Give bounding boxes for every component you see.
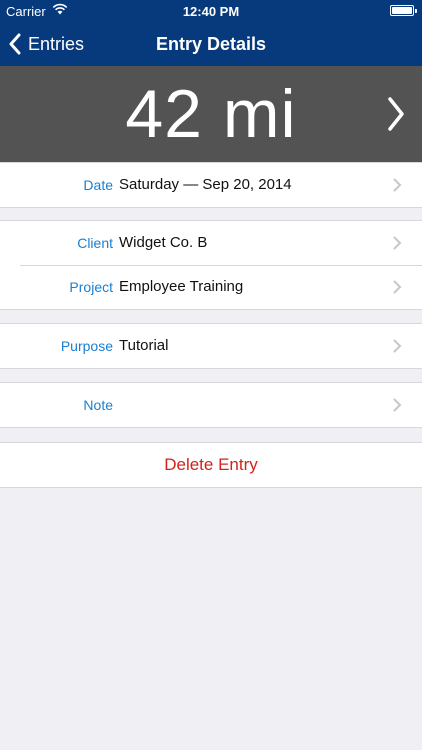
status-time: 12:40 PM — [182, 4, 240, 19]
client-label: Client — [77, 235, 113, 251]
navigation-bar: Entries Entry Details — [0, 22, 422, 66]
date-value: Saturday — Sep 20, 2014 — [119, 176, 292, 193]
distance-value: 42 mi — [125, 76, 297, 152]
chevron-right-icon — [393, 178, 402, 192]
note-label: Note — [83, 397, 113, 413]
client-project-group: Client Widget Co. B Project Employee Tra… — [0, 220, 422, 310]
distance-banner: 42 mi — [0, 66, 422, 162]
battery-icon — [390, 5, 417, 16]
delete-entry-label: Delete Entry — [164, 455, 258, 474]
purpose-row[interactable]: Purpose Tutorial — [0, 324, 422, 368]
date-label: Date — [83, 177, 113, 193]
status-bar: Carrier 12:40 PM — [0, 0, 422, 22]
project-label: Project — [69, 279, 113, 295]
delete-group: Delete Entry — [0, 442, 422, 488]
purpose-value: Tutorial — [119, 337, 169, 354]
chevron-right-icon — [393, 339, 402, 353]
client-row[interactable]: Client Widget Co. B — [0, 221, 422, 265]
note-group: Note — [0, 382, 422, 428]
top-bar: Carrier 12:40 PM Entries Entry Details — [0, 0, 422, 66]
chevron-right-icon — [393, 280, 402, 294]
project-value: Employee Training — [119, 278, 244, 295]
date-row[interactable]: Date Saturday — Sep 20, 2014 — [0, 163, 422, 207]
page-title: Entry Details — [155, 34, 267, 54]
purpose-group: Purpose Tutorial — [0, 323, 422, 369]
project-row[interactable]: Project Employee Training — [0, 265, 422, 309]
note-row[interactable]: Note — [0, 383, 422, 427]
purpose-label: Purpose — [60, 338, 113, 354]
client-value: Widget Co. B — [119, 234, 208, 251]
chevron-right-icon[interactable] — [386, 96, 406, 132]
date-group: Date Saturday — Sep 20, 2014 — [0, 162, 422, 208]
delete-entry-button[interactable]: Delete Entry — [0, 443, 422, 487]
chevron-right-icon — [393, 236, 402, 250]
chevron-right-icon — [393, 398, 402, 412]
